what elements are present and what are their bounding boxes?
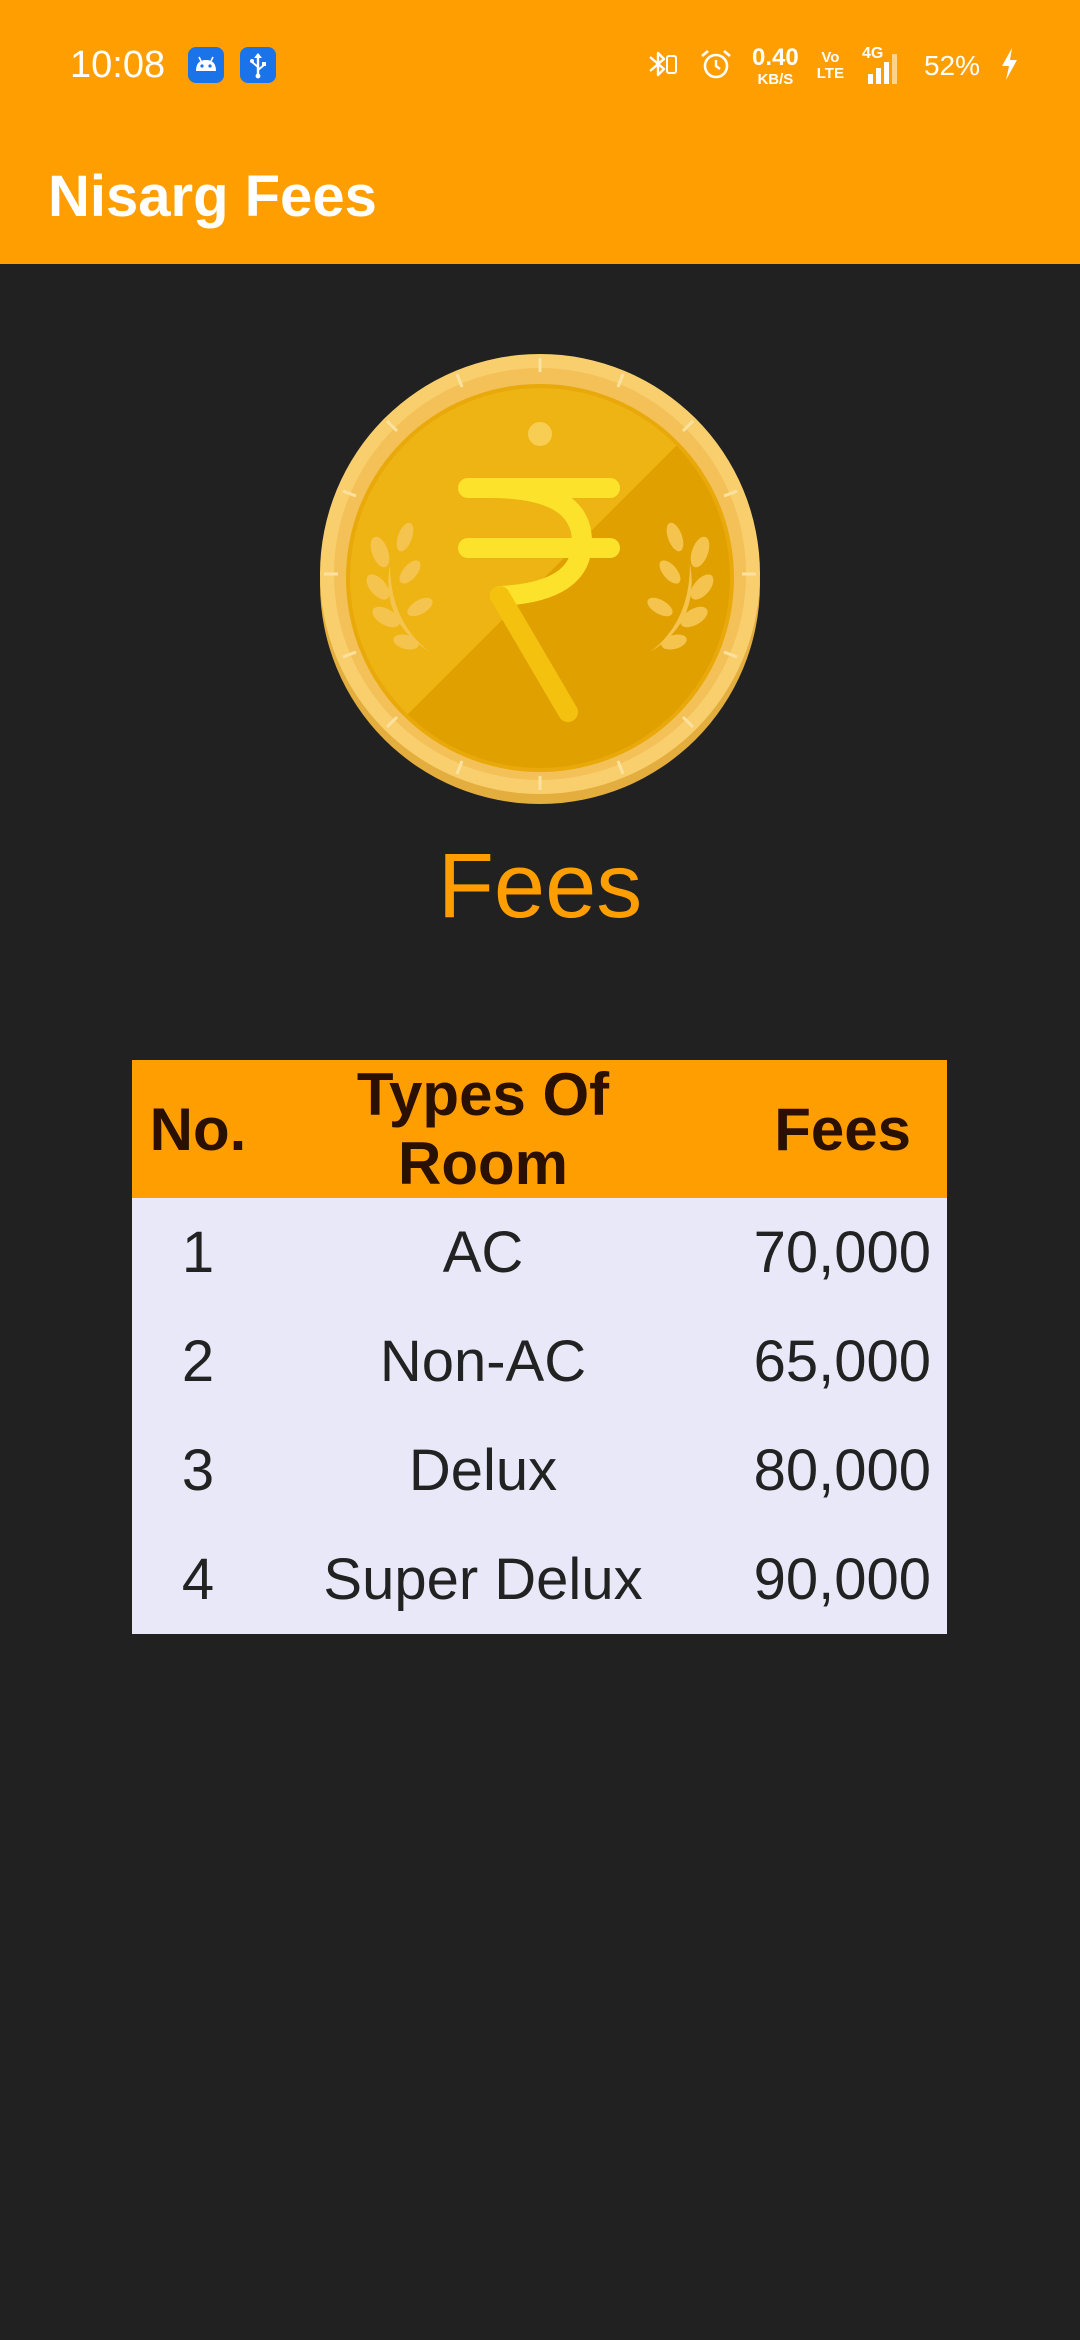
- room-fee: 80,000: [753, 1438, 931, 1503]
- fees-table: No. Types Of Room Fees 1 AC 70,000 2 Non…: [132, 1060, 947, 1634]
- room-type: AC: [442, 1220, 524, 1285]
- table-row: 4 Super Delux 90,000: [132, 1525, 947, 1634]
- app-title: Nisarg Fees: [48, 164, 377, 229]
- charging-icon: [998, 46, 1020, 87]
- room-fee: 65,000: [753, 1329, 931, 1394]
- rupee-coin-icon: [320, 352, 760, 804]
- room-type: Super Delux: [323, 1547, 643, 1612]
- room-fee: 70,000: [753, 1220, 931, 1285]
- app-bar: Nisarg Fees: [0, 132, 1080, 264]
- table-header-row: No. Types Of Room Fees: [132, 1060, 947, 1198]
- row-number: 3: [181, 1438, 215, 1503]
- table-row: 3 Delux 80,000: [132, 1416, 947, 1525]
- room-type: Non-AC: [379, 1329, 587, 1394]
- battery-level: 52%: [923, 50, 980, 81]
- status-time: 10:08: [70, 44, 166, 86]
- usb-icon: [240, 47, 276, 83]
- signal-icon: 4G: [862, 46, 906, 86]
- network-speed: 0.40 KB/S: [752, 43, 799, 88]
- bluetooth-icon: [642, 45, 680, 88]
- android-icon: [188, 47, 224, 83]
- table-row: 1 AC 70,000: [132, 1198, 947, 1307]
- volte-top: Vo: [821, 49, 840, 67]
- status-indicators: 0.40 KB/S Vo LTE 4G 52%: [642, 44, 1020, 88]
- table-row: 2 Non-AC 65,000: [132, 1307, 947, 1416]
- volte-bottom: LTE: [816, 65, 844, 82]
- volte-indicator: Vo LTE: [817, 50, 844, 82]
- header-room-type: Types Of Room: [356, 1061, 610, 1197]
- alarm-icon: [698, 46, 734, 87]
- row-number: 1: [181, 1220, 215, 1285]
- status-bar: 10:08 0.40 KB/S Vo LTE 4G 52%: [0, 0, 1080, 132]
- network-speed-value: 0.40: [752, 43, 799, 71]
- network-speed-unit: KB/S: [757, 70, 794, 88]
- fees-heading: Fees: [437, 835, 643, 937]
- room-type: Delux: [408, 1438, 558, 1503]
- header-fees: Fees: [774, 1095, 911, 1163]
- row-number: 4: [181, 1547, 215, 1612]
- room-fee: 90,000: [753, 1547, 931, 1612]
- header-no: No.: [149, 1095, 247, 1163]
- row-number: 2: [181, 1329, 215, 1394]
